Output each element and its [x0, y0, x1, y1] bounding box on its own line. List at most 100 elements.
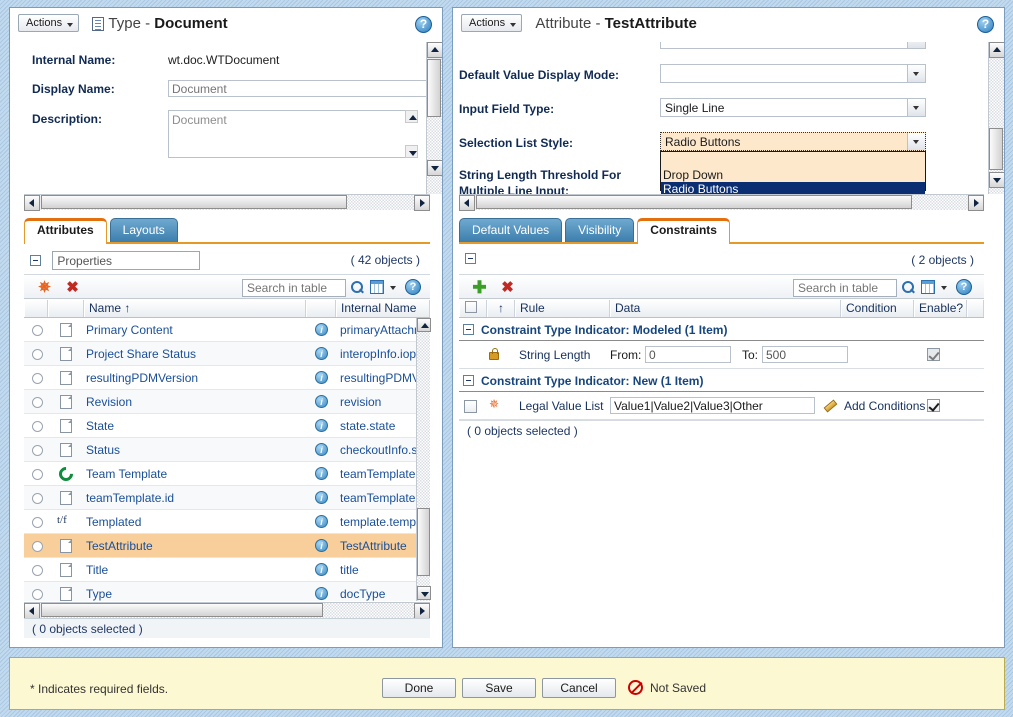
legal-value-list-row-checkbox[interactable]: [464, 400, 477, 413]
row-radio[interactable]: [32, 349, 43, 360]
row-radio[interactable]: [32, 565, 43, 576]
select-all-checkbox[interactable]: [465, 301, 477, 313]
c-column-rule[interactable]: Rule: [515, 300, 610, 317]
info-icon[interactable]: i: [315, 347, 328, 360]
row-radio[interactable]: [32, 589, 43, 600]
default-value-display-mode-combo[interactable]: [660, 64, 926, 83]
description-textarea[interactable]: Document: [168, 110, 418, 158]
c-column-select[interactable]: [459, 300, 487, 317]
column-select[interactable]: [24, 300, 48, 317]
add-conditions-link[interactable]: Add Conditions: [844, 399, 925, 413]
selection-list-style-arrow-icon[interactable]: [907, 133, 925, 150]
c-column-sort[interactable]: ↑: [487, 300, 515, 317]
type-form-scroll-left[interactable]: [24, 195, 40, 211]
delete-icon[interactable]: ✖: [64, 279, 81, 296]
column-name[interactable]: Name ↑: [84, 300, 306, 317]
table-row[interactable]: Type i docType: [24, 582, 430, 601]
search-icon[interactable]: [349, 279, 365, 296]
attributes-scroll-up[interactable]: [417, 318, 431, 332]
right-help-icon[interactable]: ?: [977, 16, 994, 33]
tab-default-values[interactable]: Default Values: [459, 218, 563, 242]
c-column-extra[interactable]: [967, 300, 984, 317]
attribute-form-vscrollbar[interactable]: [988, 42, 1004, 194]
table-row[interactable]: Project Share Status i interopInfo.iopSta: [24, 342, 430, 366]
table-row[interactable]: Title i title: [24, 558, 430, 582]
row-radio[interactable]: [32, 541, 43, 552]
row-name-link[interactable]: resultingPDMVersion: [86, 371, 198, 385]
row-name-link[interactable]: Project Share Status: [86, 347, 196, 361]
row-radio[interactable]: [32, 421, 43, 432]
add-constraint-icon[interactable]: ✚: [471, 279, 488, 296]
row-radio[interactable]: [32, 397, 43, 408]
cancel-button[interactable]: Cancel: [542, 678, 616, 698]
constraint-group-new[interactable]: Constraint Type Indicator: New (1 Item): [459, 370, 984, 392]
table-view-icon[interactable]: [370, 280, 384, 294]
attribute-form-scroll-thumb[interactable]: [989, 128, 1003, 170]
c-column-condition[interactable]: Condition: [841, 300, 914, 317]
row-radio[interactable]: [32, 445, 43, 456]
row-name-link[interactable]: TestAttribute: [86, 539, 153, 553]
to-input[interactable]: [762, 346, 848, 363]
constraints-view-icon[interactable]: [921, 280, 935, 294]
attribute-form-scroll-down[interactable]: [989, 172, 1004, 188]
info-icon[interactable]: i: [315, 395, 328, 408]
attributes-vscrollbar[interactable]: [416, 318, 431, 601]
type-form-scroll-down[interactable]: [427, 160, 442, 176]
row-name-link[interactable]: Status: [86, 443, 120, 457]
info-icon[interactable]: i: [315, 491, 328, 504]
row-name-link[interactable]: State: [86, 419, 114, 433]
row-name-link[interactable]: Templated: [86, 515, 141, 529]
table-help-icon[interactable]: ?: [405, 279, 421, 295]
constraints-search-icon[interactable]: [900, 279, 916, 296]
row-radio[interactable]: [32, 469, 43, 480]
constraint-row-string-length[interactable]: String Length From: To:: [459, 341, 984, 369]
attribute-form-hscrollbar[interactable]: [459, 194, 984, 211]
row-name-link[interactable]: teamTemplate.id: [86, 491, 174, 505]
constraints-search-input[interactable]: [793, 279, 897, 297]
row-name-link[interactable]: Title: [86, 563, 108, 577]
row-name-link[interactable]: Type: [86, 587, 112, 601]
c-column-data[interactable]: Data: [610, 300, 841, 317]
column-info[interactable]: [306, 300, 336, 317]
attributes-table-rows[interactable]: Primary Content i primaryAttachmen Project …: [24, 318, 430, 601]
column-internal-name[interactable]: Internal Name: [336, 300, 430, 317]
group-modeled-collapse-icon[interactable]: [463, 324, 474, 335]
info-icon[interactable]: i: [315, 539, 328, 552]
type-form-hscroll-thumb[interactable]: [41, 195, 347, 209]
group-new-collapse-icon[interactable]: [463, 375, 474, 386]
row-radio[interactable]: [32, 517, 43, 528]
left-actions-button[interactable]: Actions: [18, 14, 80, 32]
constraint-row-legal-value-list[interactable]: ✵ Legal Value List Add Conditions: [459, 392, 984, 420]
table-row[interactable]: Primary Content i primaryAttachmen: [24, 318, 430, 342]
type-form-hscrollbar[interactable]: [24, 194, 430, 211]
row-name-link[interactable]: Primary Content: [86, 323, 173, 337]
tab-constraints[interactable]: Constraints: [637, 218, 730, 244]
type-form-vscrollbar[interactable]: [426, 42, 442, 194]
save-button[interactable]: Save: [462, 678, 536, 698]
constraints-help-icon[interactable]: ?: [956, 279, 972, 295]
display-name-input[interactable]: [168, 80, 430, 97]
info-icon[interactable]: i: [315, 443, 328, 456]
row-radio[interactable]: [32, 325, 43, 336]
info-icon[interactable]: i: [315, 323, 328, 336]
new-attribute-icon[interactable]: ✵: [36, 279, 53, 296]
edit-pencil-icon[interactable]: [823, 399, 837, 413]
attributes-scroll-left[interactable]: [24, 603, 40, 619]
dropdown-option-radio-buttons[interactable]: Radio Buttons: [661, 182, 925, 194]
description-scroll-down[interactable]: [405, 145, 418, 158]
type-form-scroll-thumb[interactable]: [427, 59, 441, 117]
selection-list-style-dropdown[interactable]: Drop Down Radio Buttons: [660, 151, 926, 194]
row-radio[interactable]: [32, 373, 43, 384]
constraints-collapse-icon[interactable]: [465, 253, 476, 265]
tab-visibility[interactable]: Visibility: [565, 218, 635, 242]
table-row[interactable]: Team Template i teamTemplateId: [24, 462, 430, 486]
row-name-link[interactable]: Team Template: [86, 467, 167, 481]
delete-constraint-icon[interactable]: ✖: [499, 279, 516, 296]
attributes-scroll-down[interactable]: [417, 586, 431, 600]
constraint-group-modeled[interactable]: Constraint Type Indicator: Modeled (1 It…: [459, 319, 984, 341]
legal-value-list-input[interactable]: [610, 397, 815, 414]
type-form-scroll-up[interactable]: [427, 42, 442, 58]
c-column-enable[interactable]: Enable?: [914, 300, 967, 317]
attributes-hscrollbar[interactable]: [24, 602, 430, 619]
attributes-scroll-right[interactable]: [414, 603, 430, 619]
